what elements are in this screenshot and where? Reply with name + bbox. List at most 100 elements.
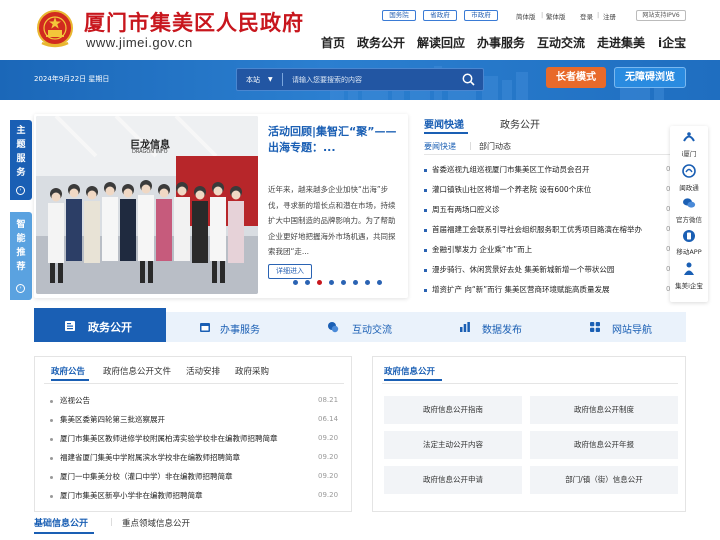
feature-news-title[interactable]: 活动回顾|集智汇“聚”—— 出海专题：...: [268, 124, 398, 156]
chat-icon: [328, 322, 339, 333]
subtab-news-express[interactable]: 要闻快递: [424, 141, 456, 152]
site-url: www.jimei.gov.cn: [86, 35, 193, 50]
rail-label-minzhengtong[interactable]: 闽政通: [670, 182, 708, 192]
notice-item[interactable]: 厦门市集美区教师进修学校附属柏涛实验学校非在编教师招聘简章: [60, 433, 310, 444]
search-banner: 2024年9月22日 星期日 本站 ▼ 请输入您要搜索的内容 长者模式 无障碍浏…: [0, 60, 720, 100]
tab-underline: [34, 532, 94, 534]
gov-info-title[interactable]: 政府信息公开: [384, 365, 435, 377]
news-item[interactable]: 增资扩产 向“新”而行 集美区营商环境赋能高质量发展: [432, 284, 664, 298]
notice-item[interactable]: 集美区委第四轮第三批巡察展开: [60, 414, 310, 425]
rail-label-ixiamen[interactable]: i厦门: [670, 148, 708, 158]
minzhengtong-icon[interactable]: [682, 164, 696, 178]
search-icon[interactable]: [462, 73, 475, 86]
section-tab-interaction[interactable]: 互动交流: [352, 321, 392, 336]
btn-info-system[interactable]: 政府信息公开制度: [530, 396, 678, 424]
list-bullet: [424, 289, 427, 292]
chevron-down-icon[interactable]: ▼: [268, 76, 273, 83]
company-sign-text-en: DRAGON INFO: [132, 149, 168, 155]
list-bullet: [50, 419, 53, 422]
carousel-dot[interactable]: [317, 280, 322, 285]
link-state-council[interactable]: 国务院: [382, 10, 416, 21]
tab-underline: [424, 132, 468, 134]
btn-statutory-content[interactable]: 法定主动公开内容: [384, 431, 522, 459]
notice-item[interactable]: 厦门一中集美分校（灌口中学）非在编教师招聘简章: [60, 471, 310, 482]
rail-label-mobile-app[interactable]: 移动APP: [670, 246, 708, 256]
tab-procurement[interactable]: 政府采购: [235, 365, 269, 377]
list-bullet: [50, 400, 53, 403]
btn-annual-report[interactable]: 政府信息公开年报: [530, 431, 678, 459]
list-bullet: [424, 229, 427, 232]
tab-activities[interactable]: 活动安排: [186, 365, 220, 377]
simplified-chinese-link[interactable]: 简体版: [516, 11, 536, 21]
nav-gov-affairs[interactable]: 政务公开: [357, 34, 405, 51]
notice-item[interactable]: 巡视公告: [60, 395, 310, 406]
news-item[interactable]: 漫步骑行、休闲赏景好去处 集美新城新增一个带状公园: [432, 264, 664, 278]
traditional-chinese-link[interactable]: 繁体版: [546, 11, 566, 21]
list-bullet: [424, 169, 427, 172]
carousel-dot[interactable]: [293, 280, 298, 285]
list-bullet: [50, 438, 53, 441]
news-item[interactable]: 首届福建工会联系引导社会组织服务职工优秀项目路演在榕举办: [432, 224, 664, 238]
carousel-dot[interactable]: [365, 280, 370, 285]
side-tab-topic-service[interactable]: 主题服务 ›: [10, 120, 32, 200]
side-tab-smart-recommend[interactable]: 智能推荐 ›: [10, 212, 32, 300]
carousel-dot[interactable]: [341, 280, 346, 285]
tab-gov-affairs[interactable]: 政务公开: [500, 116, 540, 131]
accessible-browse-button[interactable]: 无障碍浏览: [614, 67, 686, 88]
notice-item[interactable]: 福建省厦门集美中学附属滨水学校非在编教师招聘简章: [60, 452, 310, 463]
section-tab-services[interactable]: 办事服务: [220, 321, 260, 336]
carousel-dot[interactable]: [377, 280, 382, 285]
news-item[interactable]: 周五有两场口腔义诊: [432, 204, 664, 218]
list-bullet: [424, 189, 427, 192]
login-link[interactable]: 登录: [580, 11, 593, 21]
tab-basic-info[interactable]: 基础信息公开: [34, 516, 88, 529]
divider: [424, 154, 672, 155]
nav-interaction[interactable]: 互动交流: [537, 34, 585, 51]
nav-home[interactable]: 首页: [321, 34, 345, 51]
list-bullet: [424, 209, 427, 212]
rail-label-i-enterprise[interactable]: 集美i企宝: [670, 280, 708, 290]
carousel-dot[interactable]: [353, 280, 358, 285]
section-tab-label-gov-affairs[interactable]: 政务公开: [88, 319, 132, 335]
nav-i-enterprise[interactable]: i企宝: [658, 34, 686, 51]
mobile-app-icon[interactable]: [682, 229, 696, 243]
list-bullet: [50, 495, 53, 498]
rail-label-wechat[interactable]: 官方微信: [670, 214, 708, 224]
site-title[interactable]: 厦门市集美区人民政府: [84, 7, 304, 37]
link-province-gov[interactable]: 省政府: [423, 10, 457, 21]
news-item[interactable]: 灌口镇铁山社区将增一个养老院 设有600个床位: [432, 184, 664, 198]
carousel-dot[interactable]: [329, 280, 334, 285]
detail-button[interactable]: 详细进入: [268, 264, 312, 279]
carousel-dot[interactable]: [305, 280, 310, 285]
i-xiamen-icon[interactable]: [682, 130, 696, 144]
tab-news-express[interactable]: 要闻快递: [424, 116, 464, 131]
news-item[interactable]: 省委巡视九组巡视厦门市集美区工作动员会召开: [432, 164, 664, 178]
nav-about-jimei[interactable]: 走进集美: [597, 34, 645, 51]
search-divider: [282, 73, 283, 86]
btn-info-request[interactable]: 政府信息公开申请: [384, 466, 522, 494]
search-input[interactable]: 请输入您要搜索的内容: [292, 75, 362, 85]
btn-dept-info[interactable]: 部门/镇（街）信息公开: [530, 466, 678, 494]
search-scope-select[interactable]: 本站: [246, 75, 260, 85]
feature-news-photo[interactable]: 巨龙信息 DRAGON INFO: [36, 116, 258, 294]
side-tab-label: 主题服务: [10, 124, 32, 180]
notice-item[interactable]: 厦门市集美区新亭小学非在编教师招聘简章: [60, 490, 310, 501]
tab-key-areas[interactable]: 重点领域信息公开: [122, 517, 190, 529]
tab-gov-info-docs[interactable]: 政府信息公开文件: [103, 365, 171, 377]
nav-interpretation[interactable]: 解读回应: [417, 34, 465, 51]
tab-gov-notice[interactable]: 政府公告: [51, 365, 85, 377]
news-item[interactable]: 金融引擎发力 企业乘“市”而上: [432, 244, 664, 258]
chevron-right-icon: ›: [16, 284, 25, 293]
nav-services[interactable]: 办事服务: [477, 34, 525, 51]
subtab-dept-news[interactable]: 部门动态: [479, 141, 511, 152]
section-tab-site-nav[interactable]: 网站导航: [612, 321, 652, 336]
i-enterprise-icon[interactable]: [681, 260, 697, 276]
register-link[interactable]: 注册: [603, 11, 616, 21]
link-city-gov[interactable]: 市政府: [464, 10, 498, 21]
btn-info-guide[interactable]: 政府信息公开指南: [384, 396, 522, 424]
elder-mode-button[interactable]: 长者模式: [546, 67, 606, 88]
wechat-icon[interactable]: [682, 196, 696, 210]
list-bullet: [424, 249, 427, 252]
separator: |: [597, 11, 600, 19]
section-tab-data[interactable]: 数据发布: [482, 321, 522, 336]
